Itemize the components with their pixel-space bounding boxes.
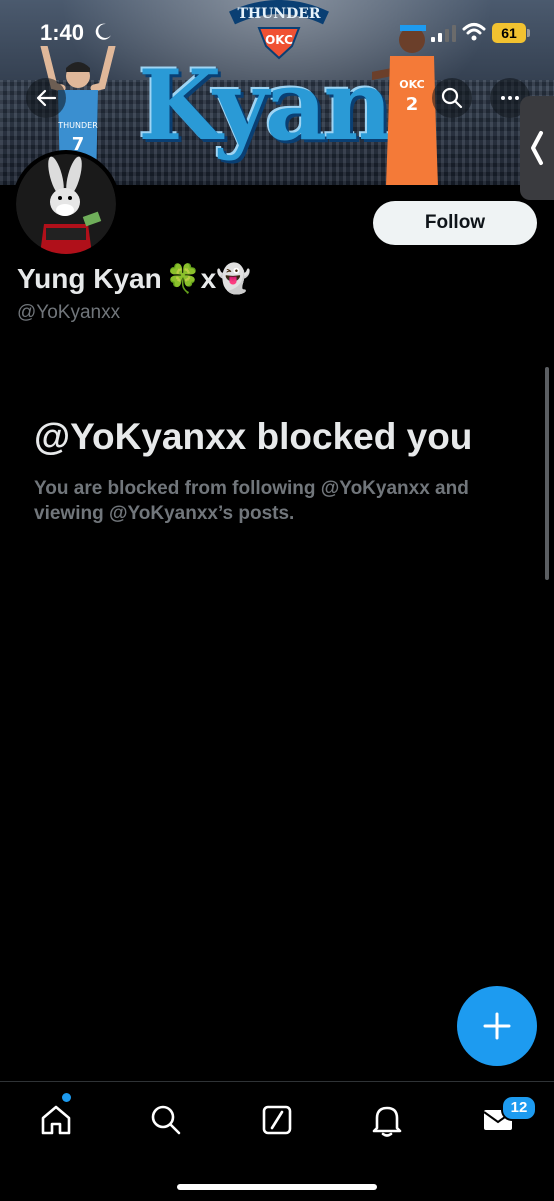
- search-icon: [151, 1105, 181, 1135]
- tab-grok[interactable]: [257, 1100, 297, 1140]
- tab-search[interactable]: [146, 1100, 186, 1140]
- avatar-image: [16, 154, 116, 254]
- chevron-left-icon: [531, 131, 543, 165]
- display-name-emojis: 🍀x👻: [165, 263, 252, 294]
- side-panel-handle[interactable]: [520, 96, 554, 200]
- tab-notifications[interactable]: [367, 1100, 407, 1140]
- display-name-row: Yung Kyan 🍀x👻: [17, 262, 251, 295]
- bottom-tab-bar: [0, 1081, 554, 1201]
- right-jersey-text: OKC: [399, 78, 424, 91]
- plus-icon: [483, 1012, 511, 1040]
- status-bar: 1:40 61: [0, 0, 554, 70]
- search-button[interactable]: [432, 78, 472, 118]
- back-arrow-icon: [36, 89, 57, 107]
- cellular-signal-icon: [431, 25, 456, 42]
- banner-title: Kyan: [138, 49, 393, 162]
- home-icon: [41, 1105, 71, 1135]
- wifi-icon: [462, 23, 486, 41]
- scrollbar[interactable]: [545, 367, 549, 580]
- left-jersey-text: THUNDER: [57, 121, 98, 130]
- home-indicator[interactable]: [177, 1184, 377, 1190]
- blocked-title: @YoKyanxx blocked you: [34, 416, 473, 457]
- follow-button[interactable]: Follow: [373, 201, 537, 245]
- compose-icon: [262, 1105, 292, 1135]
- moon-icon: [95, 23, 111, 40]
- compose-post-button[interactable]: [457, 986, 537, 1066]
- battery-nub: [527, 29, 530, 37]
- tab-home[interactable]: [36, 1100, 76, 1140]
- right-jersey-number: 2: [406, 94, 419, 115]
- profile-handle: @YoKyanxx: [17, 302, 121, 323]
- battery-indicator: 61: [492, 23, 526, 43]
- status-time: 1:40: [40, 20, 85, 45]
- display-name: Yung Kyan: [17, 262, 162, 294]
- messages-badge: 12: [501, 1095, 537, 1121]
- bell-icon: [372, 1106, 402, 1137]
- blocked-message: You are blocked from following @YoKyanxx…: [34, 478, 469, 524]
- back-button[interactable]: [26, 78, 66, 118]
- more-icon: [501, 96, 519, 100]
- home-unread-dot: [62, 1093, 71, 1102]
- search-icon: [441, 87, 463, 109]
- avatar[interactable]: [12, 150, 120, 258]
